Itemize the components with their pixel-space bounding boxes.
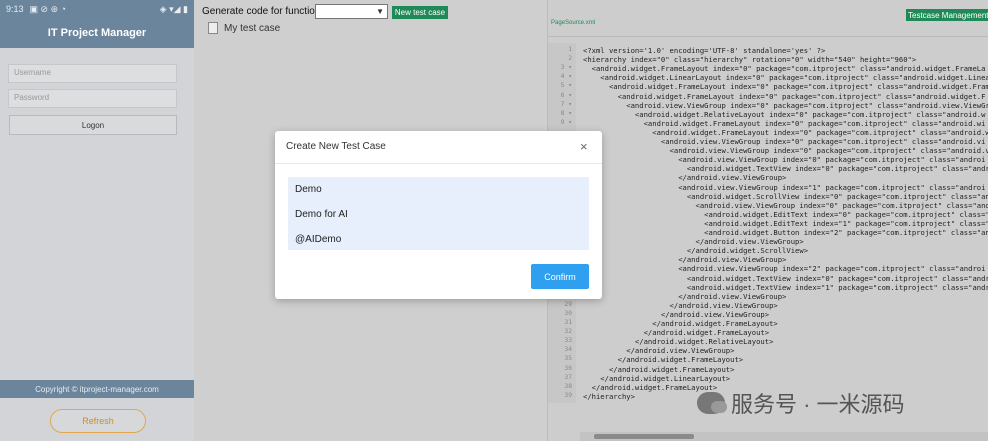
option-demo[interactable]: Demo xyxy=(295,184,322,195)
option-aidemo[interactable]: @AIDemo xyxy=(295,234,341,245)
close-icon[interactable]: × xyxy=(580,139,588,154)
confirm-button[interactable]: Confirm xyxy=(531,264,589,289)
dialog-divider xyxy=(275,163,602,164)
option-demo-for-ai[interactable]: Demo for AI xyxy=(295,209,348,220)
dialog-title: Create New Test Case xyxy=(286,141,386,152)
